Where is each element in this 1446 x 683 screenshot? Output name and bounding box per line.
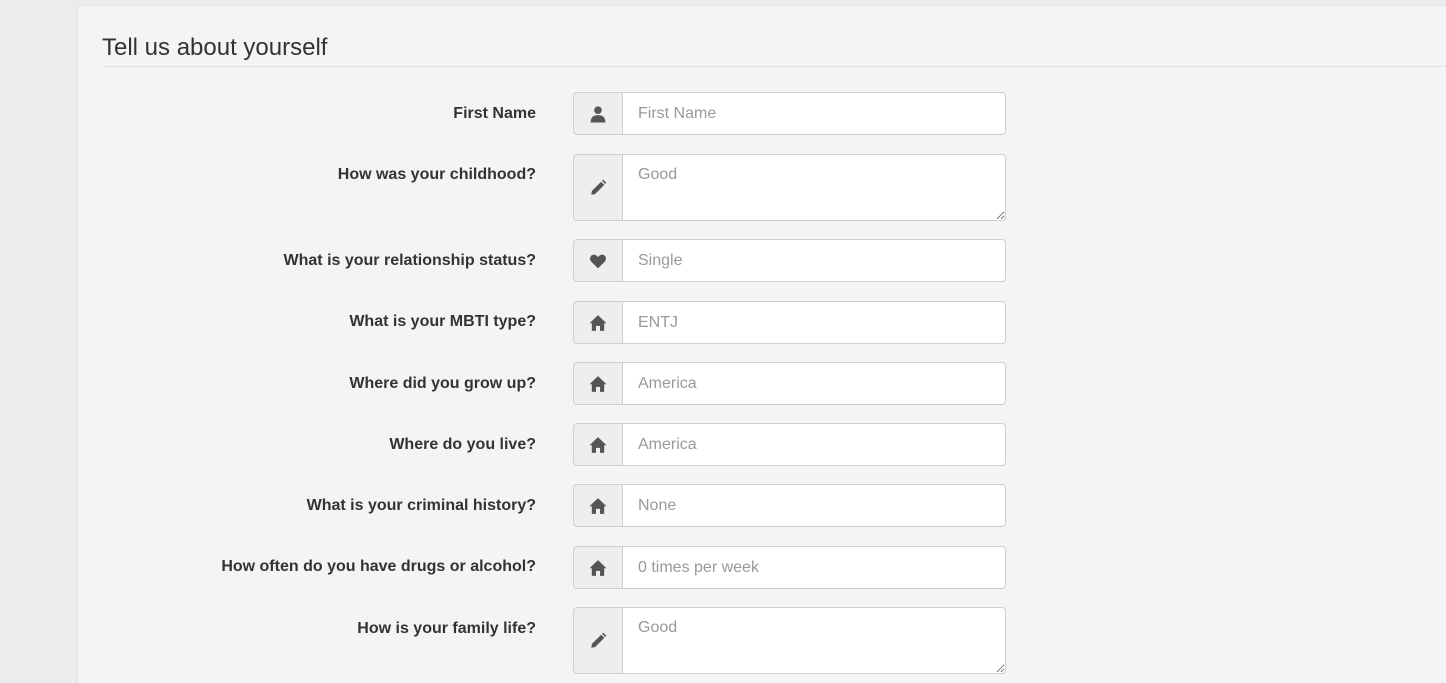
- form-row-family-life: How is your family life?: [78, 607, 1446, 674]
- legend-divider: [102, 66, 1446, 67]
- user-icon: [573, 92, 622, 135]
- grow-up-label: Where did you grow up?: [349, 375, 536, 392]
- home-icon: [573, 546, 622, 589]
- drugs-alcohol-label: How often do you have drugs or alcohol?: [221, 558, 536, 575]
- grow-up-input[interactable]: [622, 362, 1006, 405]
- form-row-relationship: What is your relationship status?: [78, 239, 1446, 282]
- grow-up-input-group: [573, 362, 1006, 405]
- live-label: Where do you live?: [389, 436, 536, 453]
- form-panel: Tell us about yourself First Name How wa…: [77, 5, 1446, 683]
- home-icon: [573, 301, 622, 344]
- relationship-input-group: [573, 239, 1006, 282]
- mbti-input[interactable]: [622, 301, 1006, 344]
- live-input[interactable]: [622, 423, 1006, 466]
- form-legend: Tell us about yourself: [102, 34, 328, 61]
- form-row-drugs-alcohol: How often do you have drugs or alcohol?: [78, 546, 1446, 589]
- form-row-grow-up: Where did you grow up?: [78, 362, 1446, 405]
- family-life-textarea[interactable]: [622, 607, 1006, 674]
- form-row-first-name: First Name: [78, 92, 1446, 135]
- form-row-childhood: How was your childhood?: [78, 154, 1446, 221]
- live-input-group: [573, 423, 1006, 466]
- pencil-icon: [573, 607, 622, 674]
- family-life-label: How is your family life?: [357, 620, 536, 637]
- childhood-label: How was your childhood?: [337, 166, 536, 183]
- first-name-input[interactable]: [622, 92, 1006, 135]
- form-row-criminal-history: What is your criminal history?: [78, 484, 1446, 527]
- family-life-input-group: [573, 607, 1006, 674]
- relationship-label: What is your relationship status?: [283, 252, 536, 269]
- form-row-mbti: What is your MBTI type?: [78, 301, 1446, 344]
- drugs-alcohol-input[interactable]: [622, 546, 1006, 589]
- childhood-textarea[interactable]: [622, 154, 1006, 221]
- first-name-label: First Name: [453, 105, 536, 122]
- criminal-history-input-group: [573, 484, 1006, 527]
- form-row-live: Where do you live?: [78, 423, 1446, 466]
- childhood-input-group: [573, 154, 1006, 221]
- criminal-history-label: What is your criminal history?: [306, 497, 536, 514]
- relationship-input[interactable]: [622, 239, 1006, 282]
- heart-icon: [573, 239, 622, 282]
- home-icon: [573, 423, 622, 466]
- home-icon: [573, 362, 622, 405]
- home-icon: [573, 484, 622, 527]
- mbti-label: What is your MBTI type?: [349, 313, 536, 330]
- criminal-history-input[interactable]: [622, 484, 1006, 527]
- pencil-icon: [573, 154, 622, 221]
- first-name-input-group: [573, 92, 1006, 135]
- mbti-input-group: [573, 301, 1006, 344]
- drugs-alcohol-input-group: [573, 546, 1006, 589]
